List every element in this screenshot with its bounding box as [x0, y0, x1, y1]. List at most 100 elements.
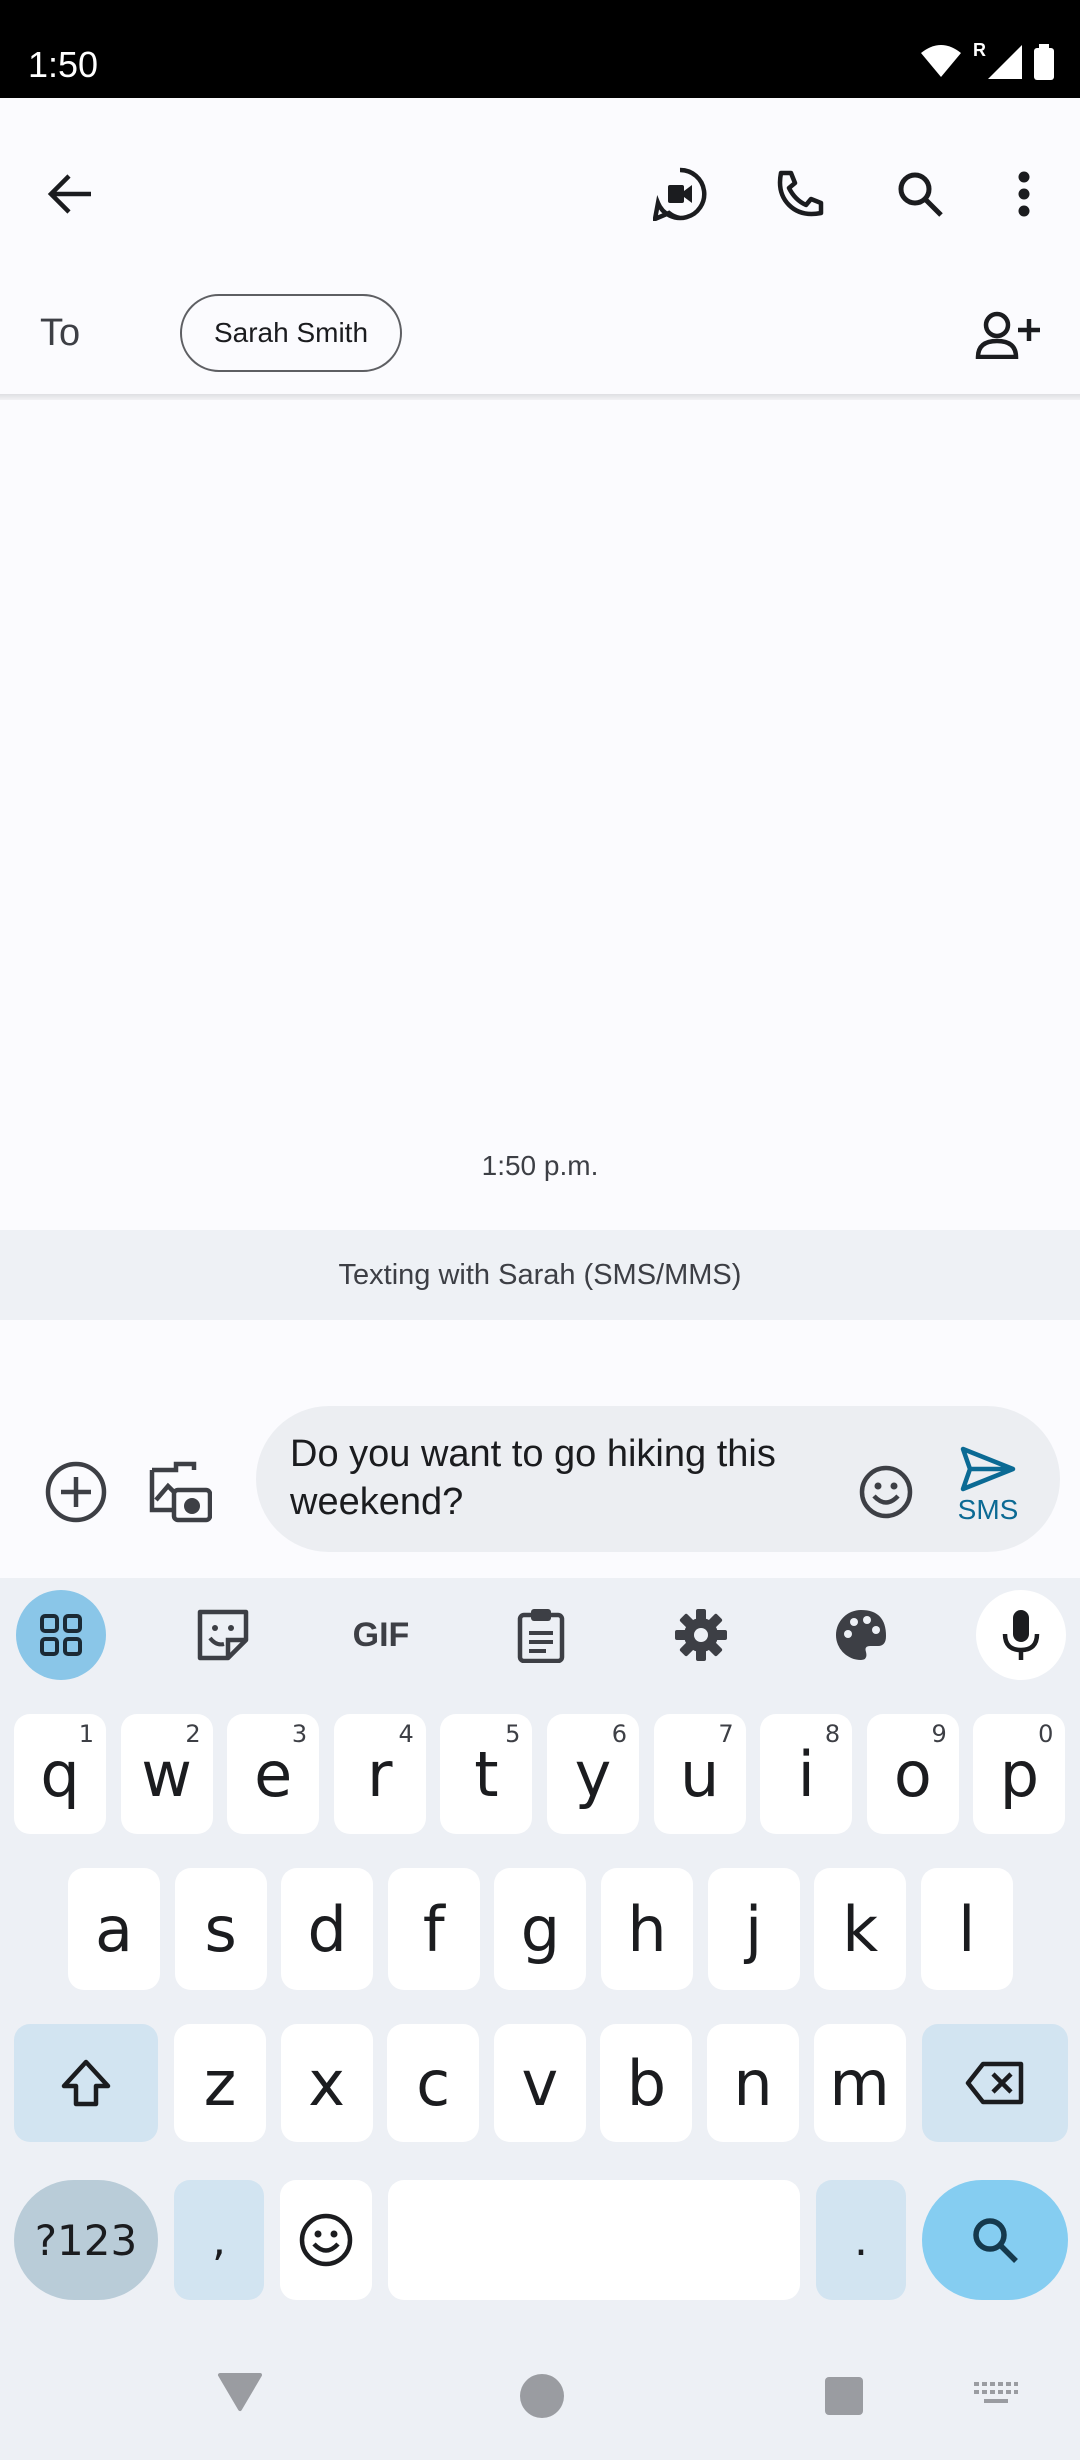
key-l[interactable]: l: [920, 1868, 1013, 1990]
compose-text[interactable]: Do you want to go hiking this weekend?: [290, 1430, 850, 1526]
send-label: SMS: [957, 1494, 1019, 1525]
search-icon: [898, 172, 943, 217]
key-label: t: [474, 1737, 499, 1811]
key-r[interactable]: r4: [333, 1714, 426, 1834]
attach-button[interactable]: [36, 1452, 116, 1532]
key-hint: 9: [931, 1720, 947, 1748]
gallery-camera-icon: [149, 1461, 212, 1523]
keyboard-switch-button[interactable]: [966, 2374, 1026, 2414]
key-k[interactable]: k: [814, 1868, 907, 1990]
search-key[interactable]: [922, 2180, 1068, 2300]
more-vert-icon: [1018, 171, 1030, 217]
recents-nav-button[interactable]: [814, 2366, 874, 2426]
emoji-button[interactable]: [846, 1452, 926, 1532]
key-s[interactable]: s: [174, 1868, 267, 1990]
sticker-button[interactable]: [178, 1590, 268, 1680]
key-o[interactable]: o9: [866, 1714, 959, 1834]
recipient-chip[interactable]: Sarah Smith: [180, 294, 402, 372]
signal-icon: [988, 45, 1022, 79]
key-hint: 2: [185, 1720, 201, 1748]
status-icons: R: [921, 40, 1054, 80]
key-a[interactable]: a: [68, 1868, 160, 1990]
period-key[interactable]: .: [816, 2180, 906, 2300]
numbers-key[interactable]: ?123: [14, 2180, 158, 2300]
texting-banner: Texting with Sarah (SMS/MMS): [0, 1230, 1080, 1320]
key-v[interactable]: v: [493, 2024, 586, 2142]
key-t[interactable]: t5: [440, 1714, 533, 1834]
sticker-icon: [197, 1609, 249, 1661]
recents-square-icon: [825, 2377, 863, 2415]
key-label: i: [797, 1737, 815, 1811]
more-options-button[interactable]: [984, 154, 1064, 234]
key-hint: 1: [78, 1720, 94, 1748]
key-e[interactable]: e3: [227, 1714, 320, 1834]
key-u[interactable]: u7: [653, 1714, 746, 1834]
key-d[interactable]: d: [281, 1868, 374, 1990]
wifi-icon: [921, 45, 961, 77]
key-label: p: [999, 1737, 1040, 1811]
key-w[interactable]: w2: [120, 1714, 213, 1834]
message-timestamp: 1:50 p.m.: [481, 1150, 599, 1181]
key-h[interactable]: h: [601, 1868, 693, 1990]
key-label: w: [141, 1737, 192, 1811]
key-n[interactable]: n: [707, 2024, 799, 2142]
key-i[interactable]: i8: [760, 1714, 853, 1834]
phone-button[interactable]: [760, 154, 840, 234]
navigation-bar: [0, 2340, 1080, 2460]
backspace-key[interactable]: [922, 2024, 1068, 2142]
keyboard: GIF q1w2e3r4t5y6u7i8o9p0 asdfghjkl zxcvb…: [0, 1578, 1080, 2460]
search-icon: [973, 2218, 1018, 2263]
shift-key[interactable]: [14, 2024, 158, 2142]
apps-icon: [40, 1614, 82, 1656]
emoji-key[interactable]: [280, 2180, 372, 2300]
emoji-icon: [859, 1465, 913, 1519]
back-triangle-icon: [218, 2373, 262, 2411]
to-label: To: [40, 312, 81, 354]
status-time: 1:50: [28, 44, 99, 85]
roaming-indicator: R: [973, 39, 986, 60]
back-button[interactable]: [30, 154, 110, 234]
key-label: e: [254, 1737, 293, 1811]
key-y[interactable]: y6: [547, 1714, 639, 1834]
key-c[interactable]: c: [387, 2024, 480, 2142]
key-z[interactable]: z: [174, 2024, 266, 2142]
mic-icon: [1002, 1610, 1040, 1660]
theme-button[interactable]: [816, 1590, 906, 1680]
back-nav-button[interactable]: [210, 2362, 270, 2422]
comma-key[interactable]: ,: [174, 2180, 264, 2300]
key-m[interactable]: m: [813, 2024, 906, 2142]
keyboard-settings-button[interactable]: [656, 1590, 746, 1680]
key-g[interactable]: g: [494, 1868, 587, 1990]
gif-button[interactable]: GIF: [336, 1590, 426, 1680]
key-hint: 6: [611, 1720, 627, 1748]
add-recipient-button[interactable]: [968, 300, 1048, 370]
home-nav-button[interactable]: [512, 2366, 572, 2426]
key-hint: 5: [505, 1720, 521, 1748]
home-circle-icon: [520, 2374, 564, 2418]
key-label: o: [893, 1737, 932, 1811]
key-f[interactable]: f: [387, 1868, 480, 1990]
clipboard-icon: [517, 1609, 565, 1663]
search-button[interactable]: [880, 154, 960, 234]
key-hint: 7: [718, 1720, 734, 1748]
key-hint: 4: [398, 1720, 414, 1748]
video-call-button[interactable]: [640, 154, 720, 234]
phone-icon: [777, 170, 824, 217]
gallery-camera-button[interactable]: [140, 1452, 220, 1532]
key-label: q: [40, 1737, 80, 1811]
key-hint: 8: [824, 1720, 841, 1748]
key-j[interactable]: j: [707, 1868, 800, 1990]
keyboard-apps-button[interactable]: [16, 1590, 106, 1680]
key-b[interactable]: b: [600, 2024, 693, 2142]
arrow-left-icon: [47, 174, 91, 214]
voice-input-button[interactable]: [976, 1590, 1066, 1680]
settings-icon: [675, 1609, 727, 1661]
space-key[interactable]: [388, 2180, 800, 2300]
key-p[interactable]: p0: [973, 1714, 1066, 1834]
key-label: r: [367, 1737, 393, 1811]
key-x[interactable]: x: [280, 2024, 373, 2142]
send-button[interactable]: SMS: [948, 1446, 1028, 1546]
key-q[interactable]: q1: [14, 1714, 106, 1834]
clipboard-button[interactable]: [496, 1590, 586, 1680]
shift-icon: [61, 2059, 111, 2107]
